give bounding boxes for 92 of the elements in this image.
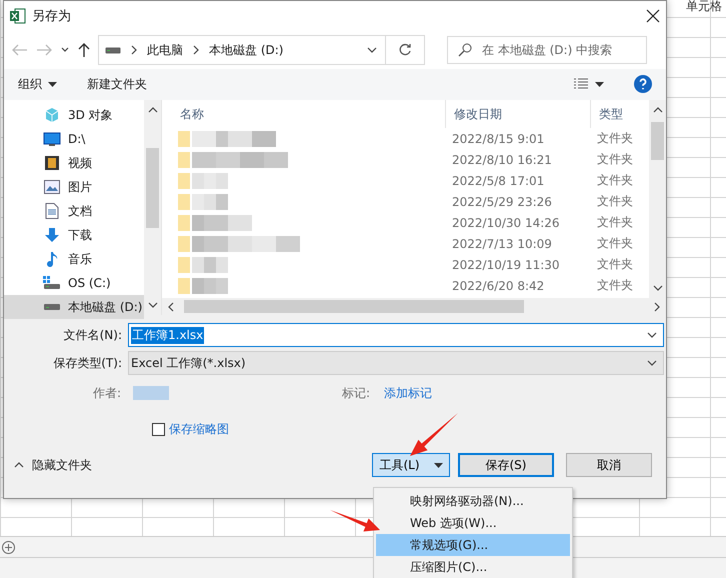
add-tag-link[interactable]: 添加标记 [384, 384, 432, 402]
search-field[interactable]: 在 本地磁盘 (D:) 中搜索 [447, 36, 647, 64]
menu-item[interactable]: 映射网络驱动器(N)... [376, 490, 570, 512]
checkbox[interactable] [152, 423, 165, 436]
caret-icon [595, 82, 604, 87]
field-label: 标记: [342, 384, 370, 402]
scroll-right-icon [652, 300, 662, 312]
drive-icon [105, 46, 121, 54]
refresh-icon[interactable] [398, 43, 412, 58]
spreadsheet-app-icon [10, 8, 26, 24]
annotation-arrow [410, 413, 458, 456]
date-cell-text: 2022/8/10 16:21 [451, 152, 553, 166]
nav-item[interactable]: 视频 [4, 151, 144, 175]
organize-button[interactable]: 组织 [18, 76, 57, 93]
nav-item[interactable]: 3D 对象 [4, 103, 144, 127]
blurred-author [133, 386, 169, 400]
scrollbar-thumb[interactable] [184, 300, 524, 313]
scroll-left-icon [166, 300, 176, 312]
forward-icon[interactable] [36, 44, 52, 56]
film-icon [44, 155, 60, 171]
drive-icon [43, 303, 61, 311]
nav-item[interactable]: OS (C:) [4, 271, 144, 295]
add-sheet-icon[interactable] [2, 540, 15, 554]
field-label: 作者: [92, 384, 121, 402]
up-icon[interactable] [78, 42, 90, 58]
menu-item[interactable]: 常规选项(G)... [376, 534, 570, 556]
tools-dropdown-button[interactable]: 工具(L) [372, 453, 450, 477]
nav-item[interactable]: D:\ [4, 127, 144, 151]
field-label: 文件名(N): [62, 326, 122, 344]
down-arrow-icon [44, 227, 60, 243]
music-note-icon [45, 251, 59, 267]
menu-item[interactable]: Web 选项(W)... [376, 512, 570, 534]
help-icon[interactable] [634, 75, 652, 94]
address-bar[interactable]: 此电脑 本地磁盘 (D:) [98, 35, 425, 66]
blurred-file-name [178, 278, 228, 294]
details-view-icon [573, 78, 589, 90]
breadcrumb[interactable]: 此电脑 [147, 42, 183, 59]
nav-item[interactable]: 本地磁盘 (D:) [4, 295, 144, 319]
breadcrumb-chevron-icon [191, 44, 201, 56]
type-cell-text: 文件夹 [596, 235, 634, 252]
hide-folders-toggle[interactable]: 隐藏文件夹 [14, 456, 92, 474]
column-header[interactable]: 名称 [162, 100, 445, 128]
nav-item[interactable]: 音乐 [4, 247, 144, 271]
type-cell-text: 文件夹 [596, 256, 634, 273]
nav-item[interactable]: 下载 [4, 223, 144, 247]
search-icon [458, 43, 472, 58]
scrollbar[interactable] [144, 100, 161, 315]
type-cell-text: 文件夹 [596, 193, 634, 210]
view-button[interactable] [573, 78, 604, 90]
new-folder-button[interactable]: 新建文件夹 [87, 76, 147, 93]
field-label: 保存类型(T): [52, 354, 122, 372]
scrollbar-thumb[interactable] [651, 122, 664, 160]
scrollbar[interactable] [649, 100, 666, 298]
close-icon[interactable] [646, 9, 660, 24]
caret-icon [48, 82, 57, 87]
cancel-button[interactable]: 取消 [566, 453, 652, 477]
cube-icon [44, 107, 60, 123]
scrollbar-thumb[interactable] [146, 148, 159, 228]
date-cell-text: 2022/7/13 10:09 [451, 236, 553, 250]
file-name-field[interactable]: 工作簿1.xlsx [128, 323, 664, 347]
file-type-dropdown[interactable]: Excel 工作簿(*.xlsx) [128, 351, 664, 375]
breadcrumb-chevron-icon [129, 44, 139, 56]
type-cell-text: 文件夹 [596, 130, 634, 147]
blurred-file-name [178, 256, 228, 272]
caret-icon [434, 462, 443, 468]
type-cell-text: 文件夹 [596, 277, 634, 294]
monitor-icon [43, 132, 61, 146]
column-header[interactable]: 修改日期 [445, 100, 590, 128]
save-button[interactable]: 保存(S) [458, 453, 554, 477]
date-cell-text: 2022/6/20 8:42 [451, 278, 546, 292]
type-cell-text: 文件夹 [596, 214, 634, 231]
date-cell-text: 2022/10/19 11:30 [451, 258, 561, 272]
breadcrumb[interactable]: 本地磁盘 (D:) [209, 42, 284, 59]
document-icon [45, 203, 59, 219]
cell-text: 单元格 [686, 0, 722, 15]
nav-item[interactable]: 图片 [4, 175, 144, 199]
type-cell-text: 文件夹 [596, 151, 634, 168]
date-cell-text: 2022/5/29 23:26 [451, 194, 553, 208]
back-icon[interactable] [12, 44, 28, 56]
window-title: 另存为 [32, 8, 72, 26]
date-cell-text: 2022/8/15 9:01 [451, 132, 546, 146]
date-cell-text: 2022/5/8 17:01 [451, 174, 546, 188]
annotation-arrow [330, 510, 380, 532]
drive-icon [43, 276, 61, 290]
scrollbar[interactable] [162, 298, 666, 315]
blurred-file-name [178, 172, 228, 188]
blurred-file-name [178, 194, 228, 210]
nav-item[interactable]: 文档 [4, 199, 144, 223]
checkbox-label[interactable]: 保存缩略图 [169, 421, 229, 438]
type-cell-text: 文件夹 [596, 172, 634, 189]
image-icon [44, 180, 60, 194]
date-cell-text: 2022/10/30 14:26 [451, 216, 561, 230]
